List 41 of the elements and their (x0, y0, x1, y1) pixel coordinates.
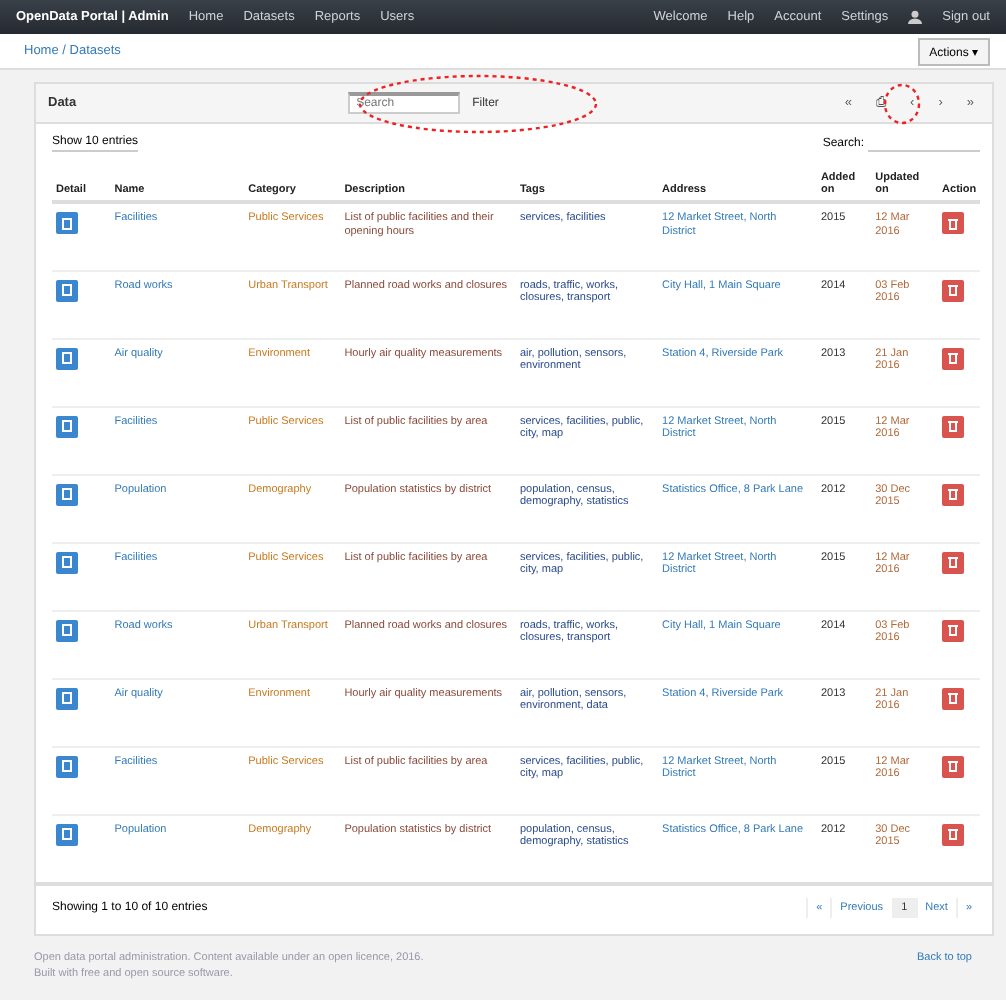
detail-button[interactable] (56, 823, 78, 845)
user-icon (908, 10, 923, 25)
document-icon (62, 692, 72, 704)
delete-button[interactable] (942, 551, 965, 573)
document-icon (62, 556, 72, 568)
document-icon (62, 352, 72, 364)
delete-button[interactable] (942, 212, 965, 234)
detail-button[interactable] (56, 279, 78, 301)
detail-button[interactable] (56, 347, 78, 369)
document-icon (62, 828, 72, 840)
delete-button[interactable] (942, 483, 965, 505)
document-icon (62, 284, 72, 296)
trash-icon (948, 488, 959, 500)
delete-button[interactable] (942, 755, 965, 777)
detail-button[interactable] (56, 483, 78, 505)
document-icon (62, 624, 72, 636)
delete-button[interactable] (942, 619, 965, 641)
trash-icon (948, 692, 959, 704)
detail-button[interactable] (56, 415, 78, 437)
delete-button[interactable] (942, 823, 965, 845)
delete-button[interactable] (942, 347, 965, 369)
delete-button[interactable] (942, 687, 965, 709)
detail-button[interactable] (56, 755, 78, 777)
trash-icon (948, 284, 959, 296)
delete-button[interactable] (942, 415, 965, 437)
trash-icon (948, 420, 959, 432)
trash-icon (948, 624, 959, 636)
trash-icon (948, 760, 959, 772)
detail-button[interactable] (56, 551, 78, 573)
document-icon (62, 488, 72, 500)
trash-icon (948, 217, 959, 229)
document-icon (62, 420, 72, 432)
trash-icon (948, 828, 959, 840)
detail-button[interactable] (56, 687, 78, 709)
document-icon (62, 217, 72, 229)
document-icon (62, 760, 72, 772)
trash-icon (948, 352, 959, 364)
trash-icon (948, 556, 959, 568)
delete-button[interactable] (942, 279, 965, 301)
detail-button[interactable] (56, 619, 78, 641)
detail-button[interactable] (56, 212, 78, 234)
